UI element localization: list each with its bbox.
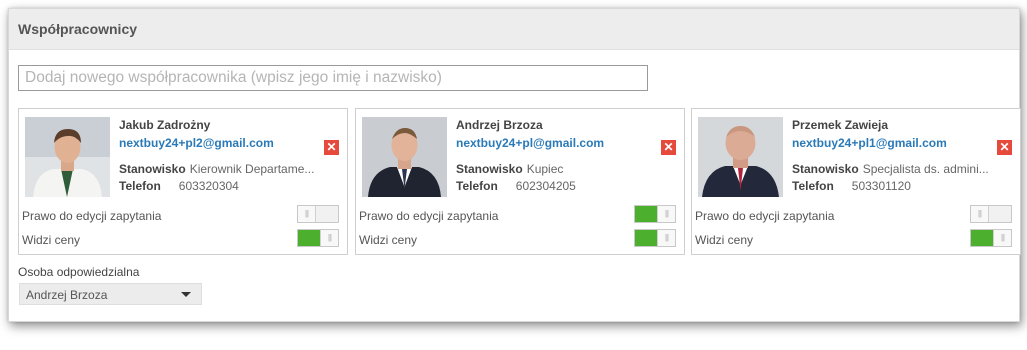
edit-permission-row: Prawo do edycji zapytania ||| — [695, 205, 1012, 225]
sees-prices-row: Widzi ceny ||| — [695, 229, 1012, 249]
coworker-info: Andrzej Brzoza nextbuy24+pl@gmail.com St… — [456, 118, 676, 196]
coworker-email-link[interactable]: nextbuy24+pl2@gmail.com — [119, 136, 339, 162]
toggle-knob: ||| — [993, 230, 1011, 246]
panel-title: Współpracownicy — [18, 21, 138, 37]
coworker-position: Stanowisko Kierownik Departame... — [119, 162, 339, 179]
toggle-knob: ||| — [657, 206, 675, 222]
phone-value: 503301120 — [851, 179, 911, 193]
coworker-name: Jakub Zadrożny — [119, 118, 211, 132]
sees-prices-toggle[interactable]: ||| — [970, 229, 1012, 247]
sees-prices-label: Widzi ceny — [359, 233, 418, 247]
edit-permission-toggle[interactable]: ||| — [634, 205, 676, 223]
position-value: Kupiec — [526, 162, 564, 176]
edit-permission-label: Prawo do edycji zapytania — [22, 209, 162, 223]
coworker-name: Przemek Zawieja — [792, 118, 889, 132]
panel-header: Współpracownicy — [9, 9, 1019, 50]
edit-permission-toggle[interactable]: ||| — [297, 205, 339, 223]
toggle-fill — [635, 230, 659, 246]
position-value: Specjalista ds. admini... — [862, 162, 989, 176]
coworker-photo — [698, 117, 783, 197]
coworker-card: Jakub Zadrożny nextbuy24+pl2@gmail.com S… — [18, 108, 348, 255]
edit-permission-toggle[interactable]: ||| — [970, 205, 1012, 223]
remove-coworker-icon[interactable]: ✕ — [324, 140, 339, 155]
coworker-info: Przemek Zawieja nextbuy24+pl1@gmail.com … — [792, 118, 1012, 196]
sees-prices-toggle[interactable]: ||| — [634, 229, 676, 247]
position-label: Stanowisko — [792, 162, 859, 176]
coworker-card: Andrzej Brzoza nextbuy24+pl@gmail.com St… — [355, 108, 685, 255]
remove-coworker-icon[interactable]: ✕ — [997, 140, 1012, 155]
phone-label: Telefon — [119, 179, 161, 193]
sees-prices-label: Widzi ceny — [22, 233, 81, 247]
edit-permission-row: Prawo do edycji zapytania ||| — [359, 205, 676, 225]
responsible-person-label: Osoba odpowiedzialna — [18, 265, 140, 279]
toggle-knob: ||| — [298, 206, 316, 222]
toggle-fill — [298, 230, 322, 246]
toggle-fill — [971, 230, 995, 246]
coworker-name: Andrzej Brzoza — [456, 118, 543, 132]
add-coworker-input[interactable] — [18, 65, 648, 91]
coworker-info: Jakub Zadrożny nextbuy24+pl2@gmail.com S… — [119, 118, 339, 196]
position-label: Stanowisko — [456, 162, 523, 176]
coworker-email-link[interactable]: nextbuy24+pl1@gmail.com — [792, 136, 1012, 162]
chevron-down-icon — [181, 292, 191, 297]
coworker-phone: Telefon 503301120 — [792, 179, 1012, 196]
remove-coworker-icon[interactable]: ✕ — [661, 140, 676, 155]
responsible-person-value: Andrzej Brzoza — [26, 288, 108, 302]
edit-permission-label: Prawo do edycji zapytania — [695, 209, 835, 223]
sees-prices-label: Widzi ceny — [695, 233, 754, 247]
coworker-photo — [25, 117, 110, 197]
toggle-knob: ||| — [971, 206, 989, 222]
toggle-knob: ||| — [320, 230, 338, 246]
sees-prices-row: Widzi ceny ||| — [22, 229, 339, 249]
coworker-email-link[interactable]: nextbuy24+pl@gmail.com — [456, 136, 676, 162]
edit-permission-row: Prawo do edycji zapytania ||| — [22, 205, 339, 225]
coworker-position: Stanowisko Specjalista ds. admini... — [792, 162, 1012, 179]
phone-label: Telefon — [456, 179, 498, 193]
toggle-knob: ||| — [657, 230, 675, 246]
coworkers-panel: Współpracownicy Jakub Zadrożny nextbuy24… — [8, 8, 1021, 322]
sees-prices-toggle[interactable]: ||| — [297, 229, 339, 247]
phone-label: Telefon — [792, 179, 834, 193]
position-label: Stanowisko — [119, 162, 186, 176]
coworker-card: Przemek Zawieja nextbuy24+pl1@gmail.com … — [691, 108, 1021, 255]
phone-value: 602304205 — [515, 179, 576, 193]
coworker-phone: Telefon 602304205 — [456, 179, 676, 196]
coworker-photo — [362, 117, 447, 197]
toggle-fill — [635, 206, 659, 222]
sees-prices-row: Widzi ceny ||| — [359, 229, 676, 249]
edit-permission-label: Prawo do edycji zapytania — [359, 209, 499, 223]
phone-value: 603320304 — [178, 179, 239, 193]
coworker-position: Stanowisko Kupiec — [456, 162, 676, 179]
position-value: Kierownik Departame... — [189, 162, 315, 176]
coworker-phone: Telefon 603320304 — [119, 179, 339, 196]
responsible-person-select[interactable]: Andrzej Brzoza — [19, 283, 202, 305]
